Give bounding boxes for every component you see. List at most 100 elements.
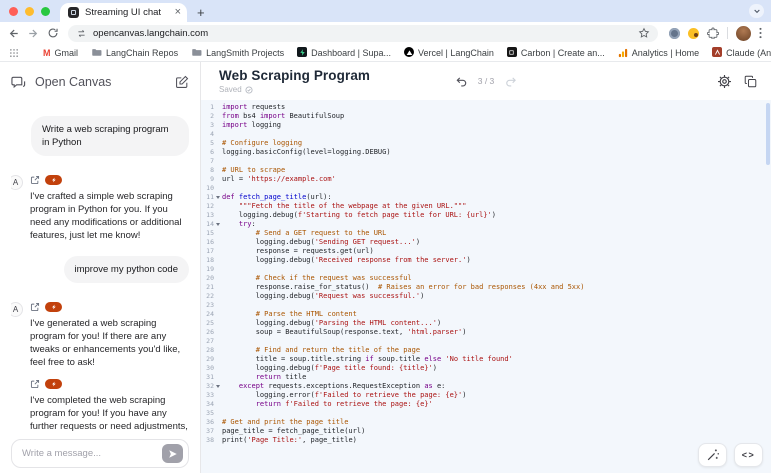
code-line[interactable]: 22 logging.debug('Request was successful… (201, 292, 771, 301)
code-line[interactable]: 13 logging.debug(f'Starting to fetch pag… (201, 211, 771, 220)
browser-menu-kebab-icon[interactable] (759, 27, 762, 39)
new-tab-button[interactable]: + (197, 6, 205, 19)
code-line[interactable]: 19 (201, 265, 771, 274)
code-line[interactable]: 33 logging.error(f'Failed to retrieve th… (201, 391, 771, 400)
message-input[interactable] (22, 448, 156, 459)
code-line[interactable]: 37page_title = fetch_page_title(url) (201, 427, 771, 436)
close-window-button[interactable] (9, 7, 18, 16)
bookmarks-bar: MGmail LangChain Repos LangSmith Projects D… (0, 44, 771, 62)
code-line[interactable]: 27 (201, 337, 771, 346)
new-chat-compose-icon[interactable] (175, 75, 189, 89)
code-line[interactable]: 1import requests (201, 103, 771, 112)
code-line[interactable]: 18 logging.debug('Received response from… (201, 256, 771, 265)
extension-icon[interactable] (688, 28, 699, 39)
code-line[interactable]: 7 (201, 157, 771, 166)
fold-chevron-icon[interactable] (214, 385, 222, 388)
code-line[interactable]: 11def fetch_page_title(url): (201, 193, 771, 202)
artifact-title[interactable]: Web Scraping Program (219, 68, 370, 83)
bookmark-langchain-repos[interactable]: LangChain Repos (91, 47, 178, 58)
settings-gear-icon[interactable] (717, 74, 732, 89)
tab-strip: Streaming UI chat × + (0, 0, 771, 22)
code-line[interactable]: 15 # Send a GET request to the URL (201, 229, 771, 238)
code-line[interactable]: 32 except requests.exceptions.RequestExc… (201, 382, 771, 391)
bookmark-carbon-create-an[interactable]: Carbon | Create an... (507, 47, 605, 58)
code-line[interactable]: 25 logging.debug('Parsing the HTML conte… (201, 319, 771, 328)
code-line[interactable]: 28 # Find and return the title of the pa… (201, 346, 771, 355)
apps-grid-icon[interactable] (9, 48, 19, 58)
code-line[interactable]: 20 # Check if the request was successful (201, 274, 771, 283)
code-line[interactable]: 16 logging.debug('Sending GET request...… (201, 238, 771, 247)
redo-version-icon[interactable] (504, 75, 517, 88)
site-settings-icon[interactable] (76, 28, 87, 39)
code-line[interactable]: 29 title = soup.title.string if soup.tit… (201, 355, 771, 364)
open-artifact-external-link-icon[interactable] (30, 302, 40, 312)
bookmark-analytics-home[interactable]: Analytics | Home (618, 48, 699, 58)
assistant-message: AI've generated a web scraping program f… (11, 301, 189, 369)
view-code-button[interactable]: <> (734, 443, 763, 467)
code-line[interactable]: 36# Get and print the page title (201, 418, 771, 427)
profile-avatar[interactable] (736, 26, 751, 41)
chat-messages: Write a web scraping program in PythonAI… (11, 102, 189, 431)
extensions-puzzle-icon[interactable] (707, 27, 719, 39)
bookmark-dashboard-supa[interactable]: Dashboard | Supa... (297, 47, 391, 58)
line-number: 13 (201, 211, 214, 220)
code-line[interactable]: 12 """Fetch the title of the webpage at … (201, 202, 771, 211)
browser-tab[interactable]: Streaming UI chat × (60, 3, 187, 22)
minimize-window-button[interactable] (25, 7, 34, 16)
editor-scrollbar-thumb[interactable] (766, 103, 770, 165)
quick-actions-wand-button[interactable] (698, 443, 727, 467)
code-line[interactable]: 26 soup = BeautifulSoup(response.text, '… (201, 328, 771, 337)
extension-icon[interactable] (669, 28, 680, 39)
bookmark-langsmith-projects[interactable]: LangSmith Projects (191, 47, 284, 58)
floating-actions: <> (698, 443, 763, 467)
send-button[interactable] (162, 444, 183, 463)
undo-version-icon[interactable] (455, 75, 468, 88)
line-number: 3 (201, 121, 214, 130)
code-line[interactable]: 4 (201, 130, 771, 139)
code-line[interactable]: 10 (201, 184, 771, 193)
copy-code-icon[interactable] (744, 75, 757, 88)
code-line[interactable]: 8# URL to scrape (201, 166, 771, 175)
code-text: # Find and return the title of the page (222, 346, 420, 355)
bookmark-star-icon[interactable] (638, 27, 650, 39)
line-number: 8 (201, 166, 214, 175)
code-line[interactable]: 17 response = requests.get(url) (201, 247, 771, 256)
tab-search-chevron-icon[interactable] (749, 4, 764, 18)
code-line[interactable]: 34 return f'Failed to retrieve the page:… (201, 400, 771, 409)
tab-close-icon[interactable]: × (175, 7, 181, 18)
fold-chevron-icon[interactable] (214, 223, 222, 226)
assistant-message: I've completed the web scraping program … (30, 378, 189, 431)
code-line[interactable]: 24 # Parse the HTML content (201, 310, 771, 319)
code-line[interactable]: 23 (201, 301, 771, 310)
langsmith-run-badge[interactable] (45, 302, 62, 312)
code-line[interactable]: 5# Configure logging (201, 139, 771, 148)
open-artifact-external-link-icon[interactable] (30, 379, 40, 389)
bookmark-vercel-langchain[interactable]: Vercel | LangChain (404, 47, 494, 58)
maximize-window-button[interactable] (41, 7, 50, 16)
code-line[interactable]: 38print('Page Title:', page_title) (201, 436, 771, 445)
reload-button[interactable] (47, 27, 59, 39)
code-line[interactable]: 31 return title (201, 373, 771, 382)
code-line[interactable]: 9url = 'https://example.com' (201, 175, 771, 184)
langsmith-run-badge[interactable] (45, 175, 62, 185)
message-composer[interactable] (11, 439, 189, 468)
bookmark-gmail[interactable]: MGmail (43, 48, 78, 58)
code-line[interactable]: 35 (201, 409, 771, 418)
code-line[interactable]: 30 logging.debug(f'Page title found: {ti… (201, 364, 771, 373)
fold-chevron-icon[interactable] (214, 196, 222, 199)
address-bar[interactable]: opencanvas.langchain.com (68, 25, 658, 42)
code-line[interactable]: 14 try: (201, 220, 771, 229)
open-artifact-external-link-icon[interactable] (30, 175, 40, 185)
line-number: 26 (201, 328, 214, 337)
user-message: improve my python code (11, 256, 189, 283)
code-line[interactable]: 2from bs4 import BeautifulSoup (201, 112, 771, 121)
code-line[interactable]: 3import logging (201, 121, 771, 130)
back-button[interactable] (7, 27, 20, 40)
code-line[interactable]: 6logging.basicConfig(level=logging.DEBUG… (201, 148, 771, 157)
forward-button[interactable] (27, 27, 40, 40)
code-line[interactable]: 21 response.raise_for_status() # Raises … (201, 283, 771, 292)
bookmark-claude-ant-work[interactable]: Claude (Ant Work... (712, 47, 771, 58)
langsmith-run-badge[interactable] (45, 379, 62, 389)
code-editor[interactable]: 1import requests2from bs4 import Beautif… (201, 100, 771, 473)
line-number: 11 (201, 193, 214, 202)
